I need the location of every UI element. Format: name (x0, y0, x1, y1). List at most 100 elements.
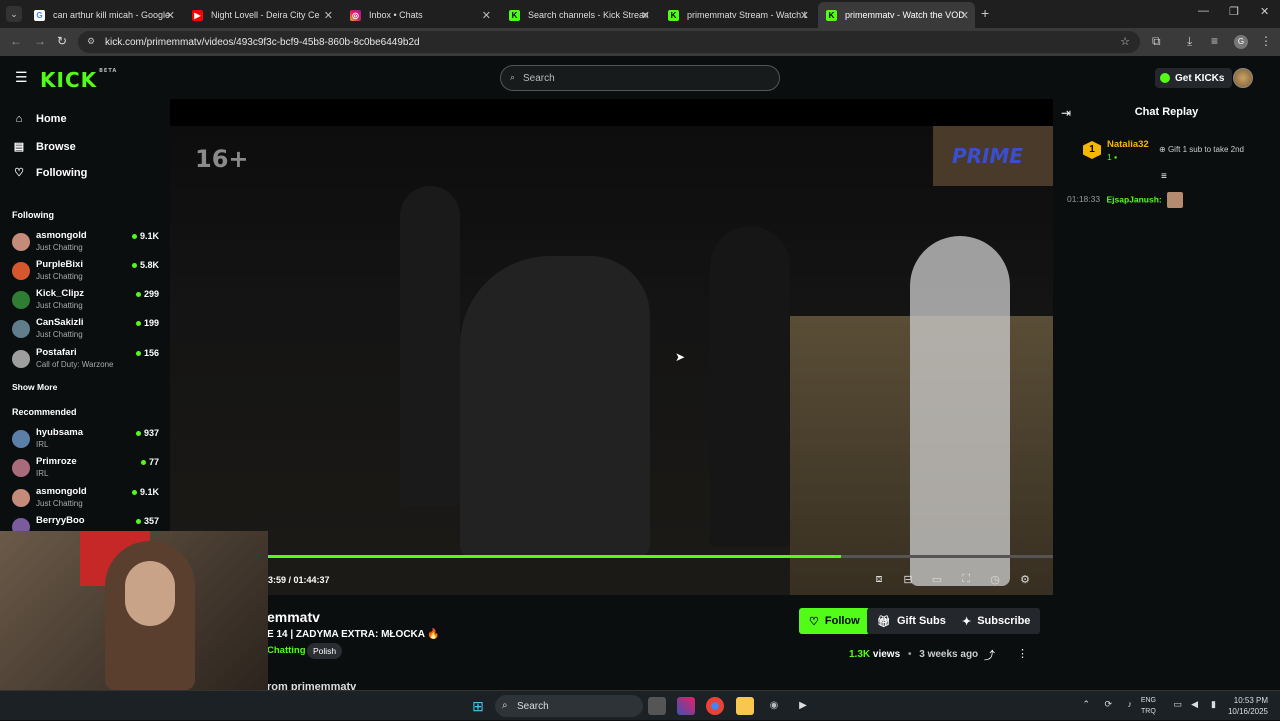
download-icon[interactable]: ⤓ (1187, 34, 1192, 49)
channel-item[interactable]: BerryyBoo 357 (12, 515, 162, 531)
channel-item[interactable]: Primroze IRL 77 (12, 456, 162, 484)
gifter-name[interactable]: Natalia32 (1107, 139, 1149, 150)
kick-logo[interactable]: KICK BETA (40, 68, 117, 92)
sidebar: ⌂ Home ▤ Browse ♡ Following Following as… (0, 99, 170, 531)
show-hidden-icons[interactable]: ⌃ (1082, 699, 1090, 710)
clip-icon[interactable]: ⧈ (872, 573, 886, 587)
show-more-link[interactable]: Show More (12, 382, 57, 392)
site-info-icon[interactable]: ⚙ (87, 36, 95, 47)
sidebar-item-home[interactable]: ⌂ Home (12, 113, 67, 125)
gift-subs-button[interactable]: 🎁︎ Gift Subs (867, 608, 956, 634)
vod-title: E 14 | ZADYMA EXTRA: MŁOCKA 🔥 (267, 629, 440, 640)
browser-tab[interactable]: G can arthur kill micah - Google S ✕ (26, 2, 181, 28)
search-input[interactable]: ⌕ Search (500, 65, 780, 91)
tab-search-icon[interactable]: ⌄ (6, 6, 22, 22)
sidebar-item-browse[interactable]: ▤ Browse (12, 140, 76, 154)
file-explorer-icon[interactable] (736, 697, 754, 715)
gift-hint[interactable]: ⊕ Gift 1 sub to take 2nd (1159, 145, 1244, 154)
media-control-icon[interactable]: ≡ (1211, 34, 1218, 48)
subscribe-button[interactable]: ✦ Subscribe (952, 608, 1041, 634)
gift-icon: ▪ (1114, 152, 1118, 162)
share-icon[interactable]: ⤴ (984, 647, 995, 663)
sidebar-item-following[interactable]: ♡ Following (12, 166, 87, 180)
channel-item[interactable]: hyubsama IRL 937 (12, 427, 162, 455)
new-tab-icon[interactable]: + (981, 5, 989, 21)
clock[interactable]: 10:53 PM 10/16/2025 (1228, 695, 1268, 717)
url-field[interactable]: ⚙ kick.com/primemmatv/videos/493c9f3c-bc… (78, 31, 1140, 53)
close-tab-icon[interactable]: ✕ (324, 9, 333, 22)
chat-message: 01:18:33 EjsapJanush: (1067, 192, 1184, 208)
search-icon: ⌕ (510, 72, 516, 82)
follow-button[interactable]: ♡ Follow (799, 608, 870, 634)
browser-tab[interactable]: ◎ Inbox • Chats ✕ (342, 2, 497, 28)
gift-count: 1 ▪ (1107, 152, 1118, 162)
address-bar: ← → ↻ ⚙ kick.com/primemmatv/videos/493c9… (0, 28, 1280, 56)
avatar (12, 350, 30, 368)
viewer-count: 299 (135, 289, 159, 299)
speed-icon[interactable]: ◷ (988, 573, 1002, 587)
extensions-icon[interactable]: ⧉ (1152, 34, 1161, 49)
close-tab-icon[interactable]: ✕ (641, 9, 650, 22)
progress-fill (268, 555, 842, 558)
back-icon[interactable]: ← (10, 34, 22, 48)
windows-start-icon[interactable]: ⊞ (469, 697, 487, 715)
copilot-icon[interactable] (677, 697, 695, 715)
watermark-text: PRIME (952, 144, 1024, 168)
language-tag[interactable]: Polish (307, 643, 343, 659)
video-player[interactable]: PRIME 16+ ➤ 3:59 / 01:44:37 ⧈ ⊟ ▭ ⛶ ◷ ⚙ (170, 99, 1053, 595)
profile-avatar[interactable]: G (1234, 35, 1248, 49)
channel-item[interactable]: Kick_Clipz Just Chatting 299 (12, 288, 162, 316)
forward-icon[interactable]: → (34, 34, 46, 48)
channel-item[interactable]: asmongold Just Chatting 9.1K (12, 230, 162, 258)
microphone-icon[interactable]: ♪ (1128, 699, 1133, 709)
progress-bar[interactable] (268, 555, 1053, 558)
user-avatar[interactable] (1233, 68, 1253, 88)
channel-item[interactable]: PurpleBixi Just Chatting 5.8K (12, 259, 162, 287)
miniplayer-icon[interactable]: ▭ (930, 573, 944, 587)
close-window-icon[interactable]: ✕ (1260, 5, 1269, 18)
search-icon: ⌕ (502, 700, 508, 711)
close-tab-icon[interactable]: ✕ (800, 9, 809, 22)
channel-item[interactable]: CanSakizli Just Chatting 199 (12, 317, 162, 345)
close-tab-icon[interactable]: ✕ (166, 9, 175, 22)
close-tab-icon[interactable]: ✕ (482, 9, 491, 22)
streamer-name[interactable]: emmatv (267, 609, 320, 625)
hamburger-menu-icon[interactable]: ☰ (15, 69, 28, 86)
chrome-icon[interactable] (706, 697, 724, 715)
bookmark-star-icon[interactable]: ☆ (1120, 35, 1130, 48)
avatar (12, 489, 30, 507)
instagram-icon: ◎ (350, 9, 361, 21)
task-view-icon[interactable] (648, 697, 666, 715)
top-gifter-card: 1 Natalia32 1 ▪ ⊕ Gift 1 sub to take 2nd (1081, 137, 1273, 167)
browser-menu-icon[interactable]: ⋮ (1260, 34, 1272, 48)
person-shape (400, 186, 460, 506)
media-player-icon[interactable]: ▶ (794, 697, 812, 715)
browser-tab[interactable]: ▶ Night Lovell - Deira City Ce ✕ (184, 2, 339, 28)
browser-tab[interactable]: K primemmatv Stream - Watch L ✕ (660, 2, 815, 28)
battery-icon[interactable]: ▮ (1211, 699, 1216, 710)
reload-icon[interactable]: ↻ (57, 34, 67, 48)
close-tab-icon[interactable]: ✕ (960, 9, 969, 22)
channel-item[interactable]: Postafari Call of Duty: Warzone 156 (12, 347, 162, 375)
channel-item[interactable]: asmongold Just Chatting 9.1K (12, 486, 162, 514)
live-dot-icon (135, 291, 141, 297)
taskbar-search[interactable]: ⌕ Search (495, 695, 643, 717)
browser-tab-active[interactable]: K primemmatv - Watch the VOD ✕ (818, 2, 975, 28)
maximize-icon[interactable]: ❐ (1229, 5, 1239, 18)
search-placeholder: Search (523, 72, 555, 84)
settings-icon[interactable]: ⚙ (1018, 573, 1032, 587)
category-link[interactable]: Chatting (267, 645, 306, 656)
pin-icon[interactable]: ≡ (1161, 171, 1167, 182)
kick-icon: K (509, 9, 520, 21)
sync-icon[interactable]: ⟳ (1104, 699, 1112, 710)
theater-icon[interactable]: ⊟ (901, 573, 915, 587)
fullscreen-icon[interactable]: ⛶ (959, 573, 973, 587)
get-kicks-button[interactable]: Get KICKs (1155, 68, 1233, 88)
discord-icon[interactable]: ◉ (765, 697, 783, 715)
browser-tab[interactable]: K Search channels - Kick Streamin ✕ (501, 2, 656, 28)
more-options-icon[interactable]: ⋮ (1017, 647, 1028, 660)
language-indicator[interactable]: ENG TRQ (1141, 695, 1156, 717)
minimize-icon[interactable]: — (1198, 5, 1209, 17)
volume-icon[interactable]: ◀ (1191, 699, 1198, 710)
network-icon[interactable]: ▭ (1173, 699, 1182, 710)
